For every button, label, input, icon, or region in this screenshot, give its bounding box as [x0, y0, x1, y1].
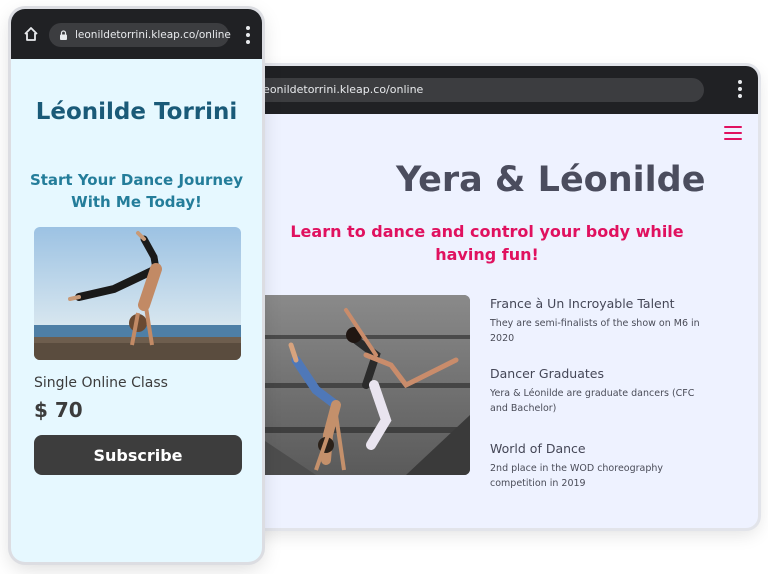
feature-text: 2nd place in the WOD choreography compet…	[490, 463, 664, 489]
beach-dancer-photo	[34, 227, 241, 360]
mobile-browser-window: leonildetorrini.kleap.co/online Léonilde…	[11, 9, 262, 562]
mobile-url-text: leonildetorrini.kleap.co/online	[75, 29, 231, 41]
feature-title: Dancer Graduates	[490, 366, 604, 381]
home-icon[interactable]	[23, 26, 39, 42]
desktop-browser-window: leonildetorrini.kleap.co/online Yera & L…	[216, 66, 758, 528]
feature-item: World of Dance 2nd place in the WOD chor…	[490, 441, 700, 491]
desktop-page-title: Yera & Léonilde	[396, 160, 706, 200]
price: $ 70	[34, 398, 83, 422]
feature-text: Yera & Léonilde are graduate dancers (CF…	[490, 388, 695, 414]
feature-title: France à Un Incroyable Talent	[490, 296, 675, 311]
duo-dancers-photo	[256, 295, 470, 475]
feature-title: World of Dance	[490, 441, 586, 456]
desktop-subtitle: Learn to dance and control your body whi…	[290, 222, 684, 264]
feature-text: They are semi-finalists of the show on M…	[490, 318, 700, 344]
mobile-browser-toolbar: leonildetorrini.kleap.co/online	[11, 9, 262, 59]
mobile-address-bar[interactable]: leonildetorrini.kleap.co/online	[49, 23, 231, 47]
mobile-page-title: Léonilde Torrini	[35, 99, 238, 125]
mobile-tagline: Start Your Dance Journey With Me Today!	[29, 171, 244, 211]
feature-item: Dancer Graduates Yera & Léonilde are gra…	[490, 366, 700, 416]
class-label: Single Online Class	[34, 375, 168, 391]
feature-item: France à Un Incroyable Talent They are s…	[490, 296, 700, 346]
desktop-browser-toolbar: leonildetorrini.kleap.co/online	[216, 66, 758, 114]
hamburger-icon[interactable]	[724, 126, 742, 140]
desktop-more-options-icon[interactable]	[738, 80, 742, 100]
desktop-address-bar[interactable]: leonildetorrini.kleap.co/online	[216, 78, 704, 102]
lock-icon	[60, 30, 67, 40]
subscribe-button[interactable]: Subscribe	[34, 435, 242, 475]
mobile-more-options-icon[interactable]	[246, 26, 250, 46]
